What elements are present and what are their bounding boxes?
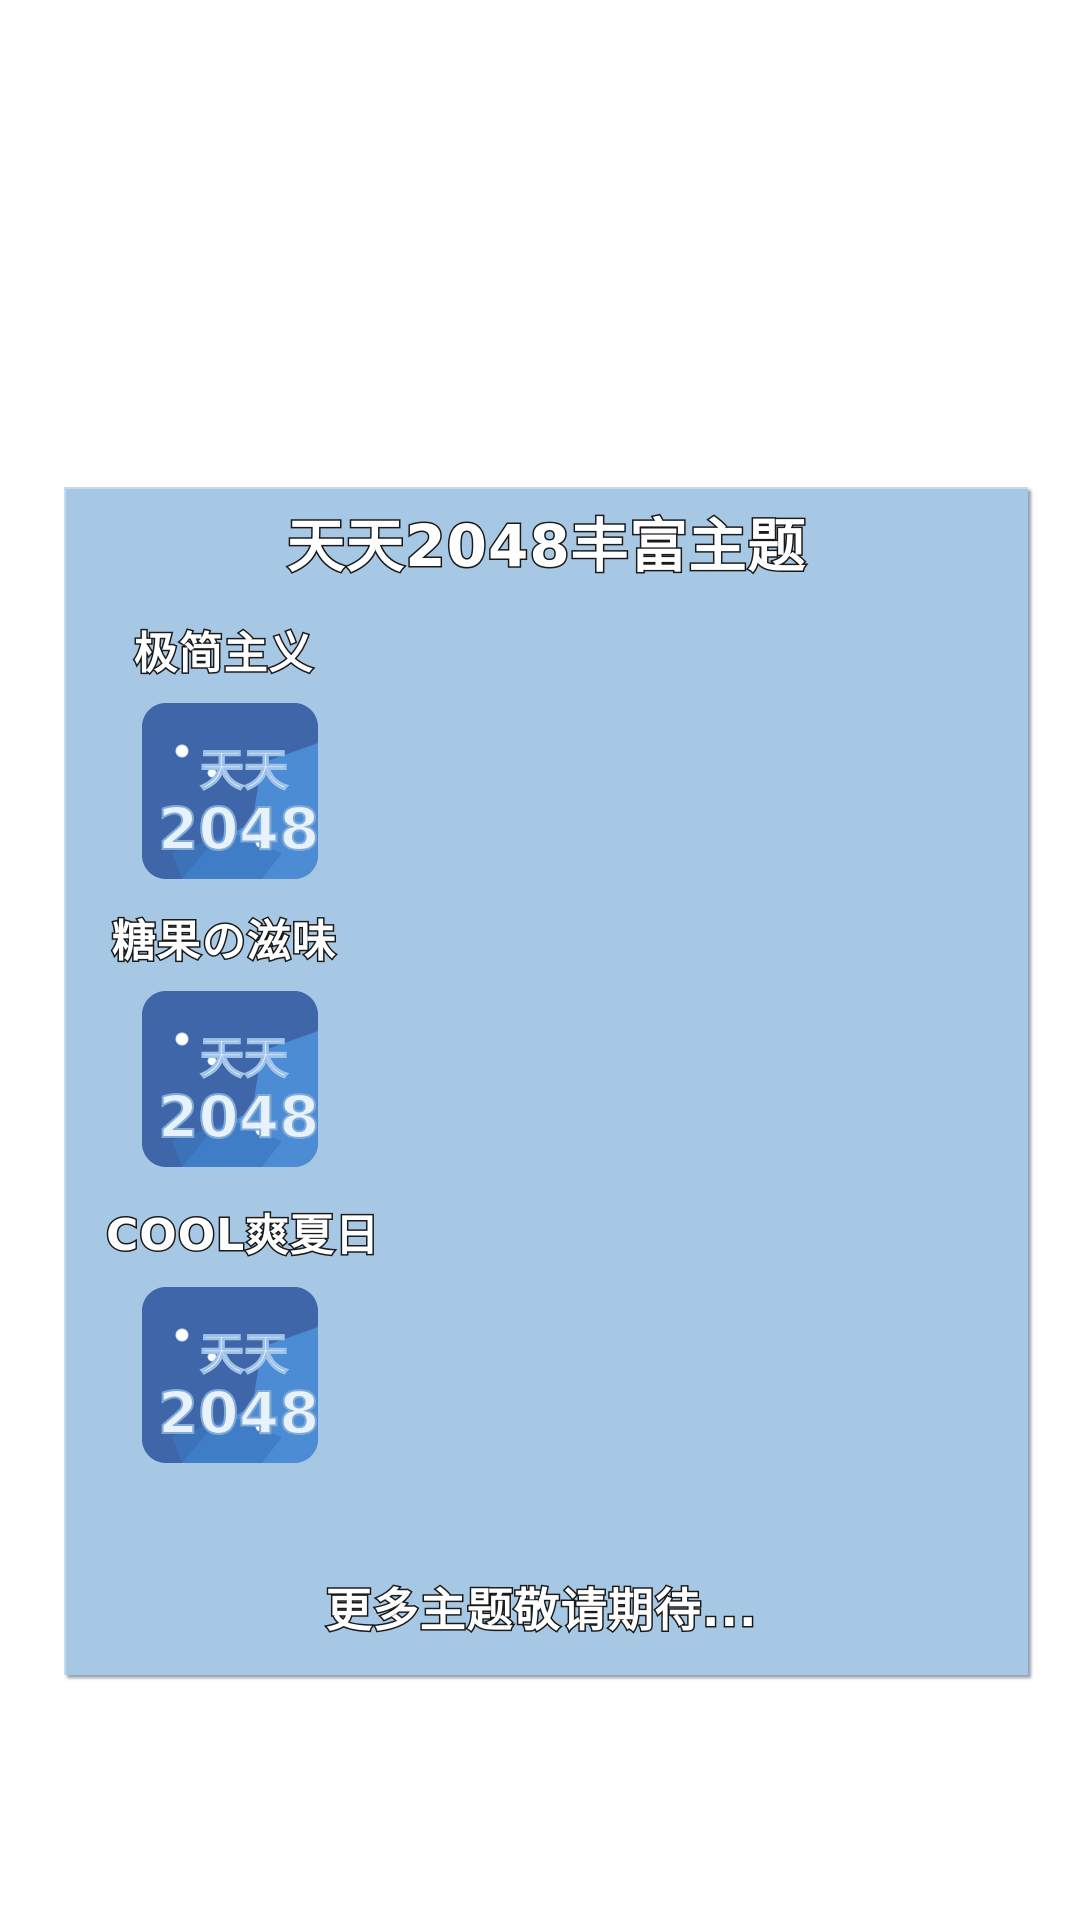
icon-text-top: 天天 <box>200 1329 288 1380</box>
icon-text-bottom: 2048 <box>158 1379 318 1447</box>
theme-candy-button[interactable]: 天天 2048 <box>142 991 318 1167</box>
panel-title: 天天2048丰富主题 <box>286 511 807 582</box>
icon-text-bottom: 2048 <box>158 795 318 863</box>
tiantian-2048-snow-icon: 天天 2048 <box>142 703 318 879</box>
theme-selection-panel: 天天2048丰富主题 极简主义 天天 2048 糖果の滋味 天天 2048 CO… <box>64 487 1028 1675</box>
tiantian-2048-snow-icon: 天天 2048 <box>142 991 318 1167</box>
theme-cool-summer-button[interactable]: 天天 2048 <box>142 1287 318 1463</box>
icon-text-bottom: 2048 <box>158 1083 318 1151</box>
theme-label-cool-summer: COOL爽夏日 <box>104 1209 381 1263</box>
theme-label-candy: 糖果の滋味 <box>111 915 338 969</box>
icon-text-top: 天天 <box>200 1033 288 1084</box>
theme-minimalism-button[interactable]: 天天 2048 <box>142 703 318 879</box>
tiantian-2048-snow-icon: 天天 2048 <box>142 1287 318 1463</box>
icon-text-top: 天天 <box>200 745 288 796</box>
more-themes-coming-text: 更多主题敬请期待... <box>324 1582 758 1639</box>
theme-label-minimalism: 极简主义 <box>133 627 315 681</box>
